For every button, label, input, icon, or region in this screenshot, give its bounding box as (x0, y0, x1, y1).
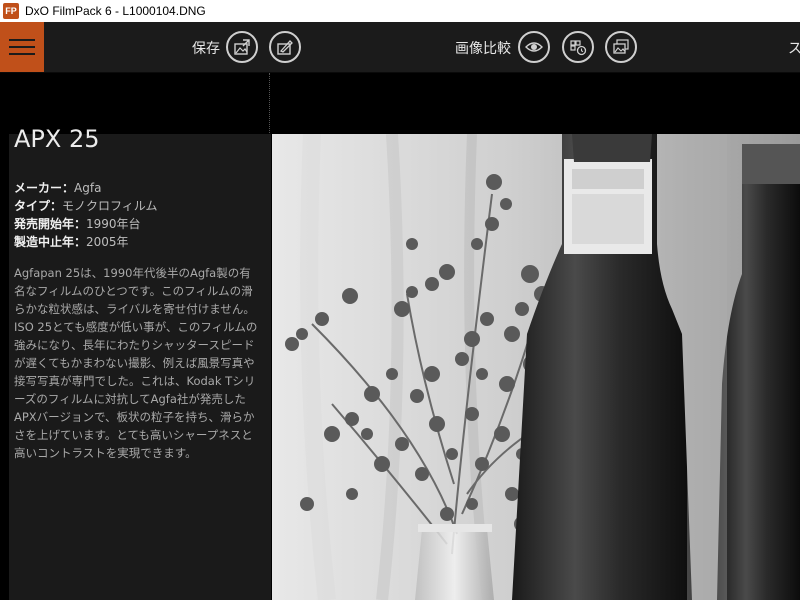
cut-off-label: ス (788, 41, 800, 57)
window-title: DxO FilmPack 6 - L1000104.DNG (25, 4, 206, 18)
film-metadata: メーカー：Agfa タイプ：モノクロフィルム 発売開始年：1990年台 製造中止… (14, 179, 158, 251)
hamburger-icon (9, 39, 35, 41)
manufacturer-value: Agfa (74, 181, 102, 195)
compare-button[interactable] (518, 31, 550, 63)
preset-clock-icon (570, 40, 587, 56)
discontinued-value: 2005年 (86, 235, 129, 249)
menu-button[interactable] (0, 22, 44, 72)
discontinued-key: 製造中止年： (14, 235, 87, 249)
save-label: 保存 (192, 41, 220, 57)
film-description: Agfapan 25は、1990年代後半のAgfa製の有名なフィルムのひとつです… (14, 266, 258, 460)
eye-icon (525, 42, 543, 52)
workspace: APX 25 メーカー：Agfa タイプ：モノクロフィルム 発売開始年：1990… (0, 73, 800, 600)
export-image-icon (234, 39, 250, 55)
images-button[interactable] (605, 31, 637, 63)
discontinued-row: 製造中止年：2005年 (14, 233, 158, 251)
export-button[interactable] (226, 31, 258, 63)
type-row: タイプ：モノクロフィルム (14, 197, 158, 215)
release-row: 発売開始年：1990年台 (14, 215, 158, 233)
compare-label: 画像比較 (455, 41, 511, 57)
image-stack-icon (613, 39, 629, 54)
image-preview[interactable] (272, 134, 800, 600)
release-value: 1990年台 (86, 217, 141, 231)
film-name: APX 25 (14, 125, 100, 153)
window-titlebar: FP DxO FilmPack 6 - L1000104.DNG (0, 0, 800, 22)
panel-divider[interactable] (269, 73, 271, 135)
presets-button[interactable] (562, 31, 594, 63)
type-key: タイプ： (14, 199, 63, 213)
app-logo-icon: FP (3, 3, 19, 19)
type-value: モノクロフィルム (62, 199, 158, 213)
edit-export-icon (277, 40, 293, 55)
release-key: 発売開始年： (14, 217, 87, 231)
edit-export-button[interactable] (269, 31, 301, 63)
manufacturer-row: メーカー：Agfa (14, 179, 158, 197)
preview-photo (272, 134, 800, 600)
main-toolbar: 保存 画像比較 ス (0, 22, 800, 73)
manufacturer-key: メーカー： (14, 181, 75, 195)
film-info-panel: APX 25 メーカー：Agfa タイプ：モノクロフィルム 発売開始年：1990… (9, 125, 271, 600)
